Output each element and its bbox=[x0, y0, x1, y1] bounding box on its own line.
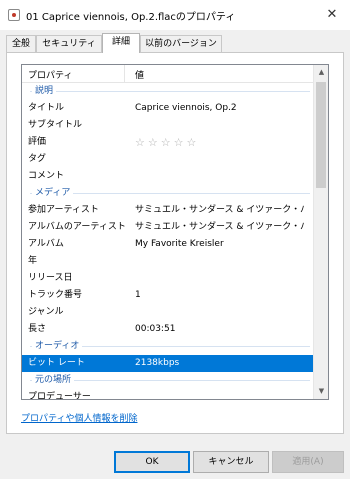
property-value: My Favorite Kreisler bbox=[135, 239, 224, 249]
property-name: ビット レート bbox=[28, 358, 85, 368]
property-name: アルバム bbox=[28, 239, 64, 249]
rating-stars[interactable]: ☆☆☆☆☆ bbox=[135, 134, 305, 151]
property-name: タグ bbox=[28, 154, 47, 164]
property-name: プロデューサー bbox=[28, 392, 91, 400]
tab-details[interactable]: 詳細 bbox=[102, 33, 140, 53]
group-label: オーディオ bbox=[32, 338, 83, 355]
table-row[interactable]: ジャンル bbox=[22, 304, 314, 321]
table-row[interactable]: コメント bbox=[22, 168, 314, 185]
group-header-media: メディア bbox=[22, 185, 314, 202]
cancel-button[interactable]: キャンセル bbox=[193, 451, 269, 473]
title-bar: 01 Caprice viennois, Op.2.flacのプロパティ ✕ bbox=[0, 0, 350, 30]
property-name: 長さ bbox=[28, 324, 47, 334]
group-label: 元の場所 bbox=[32, 372, 75, 389]
media-file-icon bbox=[8, 9, 20, 21]
window-title: 01 Caprice viennois, Op.2.flacのプロパティ bbox=[26, 12, 236, 23]
property-name: 年 bbox=[28, 256, 38, 266]
table-row[interactable]: プロデューサー bbox=[22, 389, 314, 400]
vertical-scrollbar[interactable]: ▲ ▼ bbox=[313, 65, 328, 399]
table-row[interactable]: タグ bbox=[22, 151, 314, 168]
group-divider bbox=[30, 91, 310, 92]
group-label: 説明 bbox=[32, 83, 57, 100]
property-name: 評価 bbox=[28, 137, 47, 147]
property-name: 参加アーティスト bbox=[28, 205, 99, 215]
table-row[interactable]: リリース日 bbox=[22, 270, 314, 287]
group-header-description: 説明 bbox=[22, 83, 314, 100]
table-row[interactable]: トラック番号 1 bbox=[22, 287, 314, 304]
property-name: リリース日 bbox=[28, 273, 73, 283]
property-name: コメント bbox=[28, 171, 65, 181]
column-header: プロパティ 値 bbox=[22, 65, 314, 83]
scroll-up-icon[interactable]: ▲ bbox=[314, 65, 328, 80]
table-row[interactable]: 参加アーティスト サミュエル・サンダース & イツァーク・パー... bbox=[22, 202, 314, 219]
property-value: 1 bbox=[135, 290, 141, 300]
close-icon[interactable]: ✕ bbox=[314, 0, 350, 30]
group-label: メディア bbox=[32, 185, 74, 202]
table-row[interactable]: 長さ 00:03:51 bbox=[22, 321, 314, 338]
table-row[interactable]: アルバム My Favorite Kreisler bbox=[22, 236, 314, 253]
group-header-audio: オーディオ bbox=[22, 338, 314, 355]
property-value: Caprice viennois, Op.2 bbox=[135, 103, 237, 113]
table-row[interactable]: タイトル Caprice viennois, Op.2 bbox=[22, 100, 314, 117]
group-header-origin: 元の場所 bbox=[22, 372, 314, 389]
table-row-selected[interactable]: ビット レート 2138kbps bbox=[22, 355, 314, 372]
property-name: アルバムのアーティスト bbox=[28, 222, 126, 232]
scrollbar-thumb[interactable] bbox=[316, 82, 326, 188]
column-header-value[interactable]: 値 bbox=[135, 68, 144, 81]
remove-properties-link[interactable]: プロパティや個人情報を削除 bbox=[21, 411, 137, 424]
property-name: サブタイトル bbox=[28, 120, 83, 130]
tab-general[interactable]: 全般 bbox=[6, 35, 36, 52]
table-row[interactable]: アルバムのアーティスト サミュエル・サンダース & イツァーク・パー... bbox=[22, 219, 314, 236]
ok-button[interactable]: OK bbox=[114, 451, 190, 473]
column-divider[interactable] bbox=[124, 65, 125, 83]
property-name: タイトル bbox=[28, 103, 65, 113]
apply-button[interactable]: 適用(A) bbox=[272, 451, 344, 473]
scroll-down-icon[interactable]: ▼ bbox=[314, 384, 328, 399]
table-row[interactable]: サブタイトル bbox=[22, 117, 314, 134]
tab-previous-versions[interactable]: 以前のバージョン bbox=[140, 35, 222, 52]
property-value: 2138kbps bbox=[135, 358, 180, 368]
property-name: トラック番号 bbox=[28, 290, 83, 300]
column-header-property[interactable]: プロパティ bbox=[28, 68, 72, 81]
property-value: サミュエル・サンダース & イツァーク・パー... bbox=[135, 222, 305, 232]
property-value: サミュエル・サンダース & イツァーク・パー... bbox=[135, 205, 305, 215]
tab-security[interactable]: セキュリティ bbox=[36, 35, 102, 52]
table-row[interactable]: 評価 ☆☆☆☆☆ bbox=[22, 134, 314, 151]
property-name: ジャンル bbox=[28, 307, 64, 317]
table-row[interactable]: 年 bbox=[22, 253, 314, 270]
property-list[interactable]: プロパティ 値 説明 タイトル Caprice viennois, Op.2 サ… bbox=[21, 64, 329, 400]
property-value: 00:03:51 bbox=[135, 324, 176, 334]
